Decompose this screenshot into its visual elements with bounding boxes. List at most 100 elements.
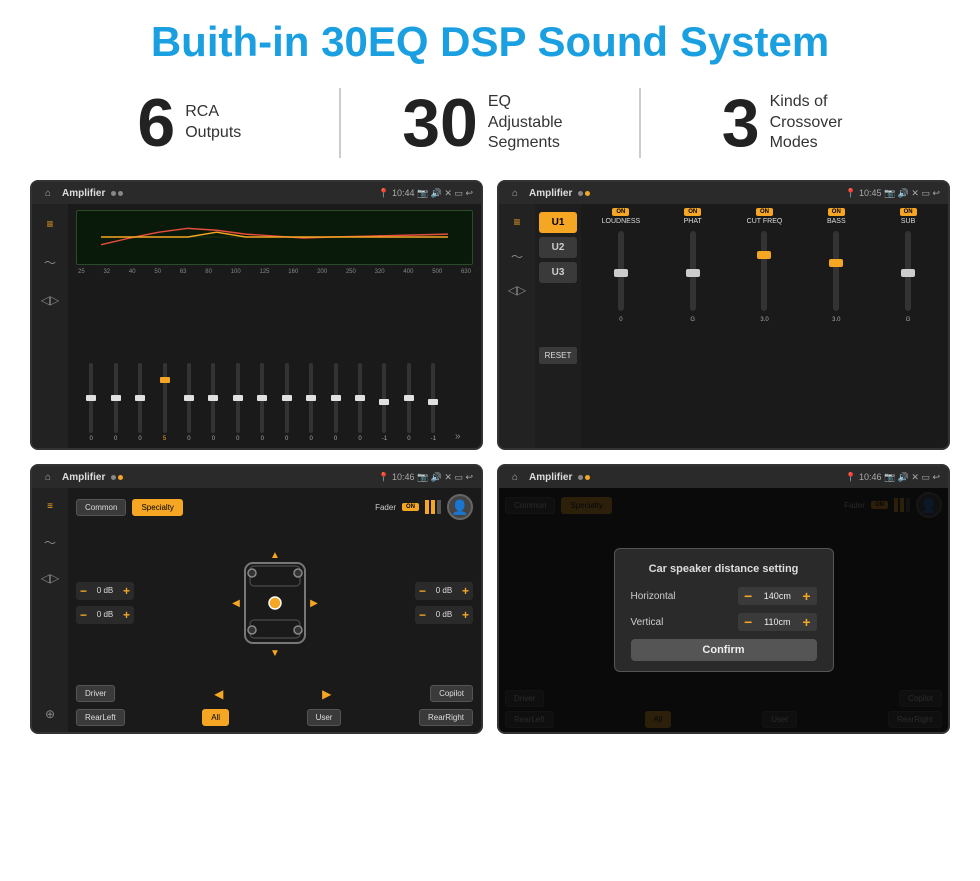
eq-slider-10[interactable]: 0 bbox=[324, 363, 346, 442]
left-nav[interactable]: ◀ bbox=[214, 687, 223, 701]
val-tr: 0 dB bbox=[430, 586, 458, 595]
minus-tl[interactable]: − bbox=[80, 584, 87, 598]
vertical-value: 110cm bbox=[758, 617, 796, 627]
db-row-br: − 0 dB + bbox=[415, 606, 473, 624]
dot5 bbox=[111, 475, 116, 480]
expand-icon-3[interactable]: ⊕ bbox=[38, 702, 62, 726]
fader-label: Fader bbox=[375, 503, 396, 512]
dialog-box: Car speaker distance setting Horizontal … bbox=[614, 548, 834, 672]
phat-on[interactable]: ON bbox=[684, 208, 701, 216]
phat-slider[interactable] bbox=[690, 231, 696, 311]
dot2 bbox=[118, 191, 123, 196]
stat-number-3: 3 bbox=[722, 89, 760, 157]
topbar-2: ⌂ Amplifier 📍 10:45 📷 🔊 ✕ ▭ ↩ bbox=[499, 182, 948, 204]
minus-br[interactable]: − bbox=[419, 608, 426, 622]
eq-slider-14[interactable]: -1 bbox=[422, 363, 444, 442]
rearright-btn[interactable]: RearRight bbox=[419, 709, 473, 726]
confirm-button[interactable]: Confirm bbox=[631, 639, 817, 661]
eq-slider-3[interactable]: 5 bbox=[153, 363, 175, 442]
cutfreq-slider[interactable] bbox=[761, 231, 767, 311]
bass-on[interactable]: ON bbox=[828, 208, 845, 216]
eq-slider-9[interactable]: 0 bbox=[300, 363, 322, 442]
dot4 bbox=[585, 191, 590, 196]
home-icon-4: ⌂ bbox=[507, 469, 523, 485]
rearleft-btn[interactable]: RearLeft bbox=[76, 709, 125, 726]
copilot-btn[interactable]: Copilot bbox=[430, 685, 473, 702]
wave-icon[interactable]: 〜 bbox=[38, 250, 62, 274]
eq-slider-6[interactable]: 0 bbox=[227, 363, 249, 442]
eq-slider-7[interactable]: 0 bbox=[251, 363, 273, 442]
plus-br[interactable]: + bbox=[462, 608, 469, 622]
minus-tr[interactable]: − bbox=[419, 584, 426, 598]
topbar-4: ⌂ Amplifier 📍 10:46 📷 🔊 ✕ ▭ ↩ bbox=[499, 466, 948, 488]
cutfreq-label: CUT FREQ bbox=[747, 218, 783, 225]
eq-slider-13[interactable]: 0 bbox=[398, 363, 420, 442]
avatar-icon[interactable]: 👤 bbox=[447, 494, 473, 520]
wave-icon-3[interactable]: 〜 bbox=[38, 530, 62, 554]
u3-preset[interactable]: U3 bbox=[539, 262, 577, 283]
sub-on[interactable]: ON bbox=[900, 208, 917, 216]
s3-bottom-row: Driver ◀ ▶ Copilot bbox=[76, 685, 473, 702]
eq-slider-0[interactable]: 0 bbox=[80, 363, 102, 442]
common-tab[interactable]: Common bbox=[76, 499, 126, 516]
right-nav[interactable]: ▶ bbox=[322, 687, 331, 701]
screens-grid: ⌂ Amplifier 📍 10:44 📷 🔊 ✕ ▭ ↩ ≡ 〜 ◁▷ bbox=[0, 174, 980, 744]
eq-icon-3[interactable]: ≡ bbox=[38, 494, 62, 518]
all-btn[interactable]: All bbox=[202, 709, 229, 726]
eq-slider-11[interactable]: 0 bbox=[349, 363, 371, 442]
user-btn[interactable]: User bbox=[307, 709, 342, 726]
dot1 bbox=[111, 191, 116, 196]
val-bl: 0 dB bbox=[91, 610, 119, 619]
horizontal-plus[interactable]: + bbox=[800, 589, 812, 603]
driver-btn[interactable]: Driver bbox=[76, 685, 115, 702]
specialty-tab[interactable]: Specialty bbox=[132, 499, 182, 516]
vertical-label: Vertical bbox=[631, 617, 691, 628]
topbar-time-1: 📍 10:44 📷 🔊 ✕ ▭ ↩ bbox=[378, 188, 473, 199]
minus-bl[interactable]: − bbox=[80, 608, 87, 622]
eq-slider-8[interactable]: 0 bbox=[276, 363, 298, 442]
eq-slider-12[interactable]: -1 bbox=[373, 363, 395, 442]
fader-on[interactable]: ON bbox=[402, 503, 419, 511]
vertical-plus[interactable]: + bbox=[800, 615, 812, 629]
stat-number-6: 6 bbox=[137, 89, 175, 157]
eq-slider-5[interactable]: 0 bbox=[202, 363, 224, 442]
stat-rca: 6 RCAOutputs bbox=[60, 89, 319, 157]
eq-icon[interactable]: ≡ bbox=[38, 212, 62, 236]
vol-icon-2[interactable]: ◁▷ bbox=[505, 278, 529, 302]
cutfreq-on[interactable]: ON bbox=[756, 208, 773, 216]
eq-sliders: 0 0 0 5 0 0 0 0 0 0 0 0 -1 0 -1 » bbox=[76, 279, 473, 442]
eq-slider-2[interactable]: 0 bbox=[129, 363, 151, 442]
sub-label: SUB bbox=[901, 218, 915, 225]
car-diagram: ▲ ▼ ◀ ▶ bbox=[142, 548, 407, 658]
wave-icon-2[interactable]: 〜 bbox=[505, 244, 529, 268]
dot7 bbox=[578, 475, 583, 480]
sub-slider[interactable] bbox=[905, 231, 911, 311]
reset-s2[interactable]: RESET bbox=[539, 347, 577, 364]
vol-icon[interactable]: ◁▷ bbox=[38, 288, 62, 312]
bass-slider[interactable] bbox=[833, 231, 839, 311]
eq-icon-2[interactable]: ≡ bbox=[505, 210, 529, 234]
screen4-body: Common Specialty Fader ON 👤 Driver Copil… bbox=[499, 488, 948, 732]
plus-tr[interactable]: + bbox=[462, 584, 469, 598]
loudness-on[interactable]: ON bbox=[612, 208, 629, 216]
sub-col: ON SUB G bbox=[874, 208, 942, 444]
plus-bl[interactable]: + bbox=[123, 608, 130, 622]
vertical-minus[interactable]: − bbox=[742, 615, 754, 629]
eq-slider-1[interactable]: 0 bbox=[104, 363, 126, 442]
home-icon-2: ⌂ bbox=[507, 185, 523, 201]
u2-preset[interactable]: U2 bbox=[539, 237, 577, 258]
side-icons-3: ≡ 〜 ◁▷ ⊕ bbox=[32, 488, 68, 732]
screen3-body: ≡ 〜 ◁▷ ⊕ Common Specialty Fader ON 👤 bbox=[32, 488, 481, 732]
plus-tl[interactable]: + bbox=[123, 584, 130, 598]
vol-icon-3[interactable]: ◁▷ bbox=[38, 566, 62, 590]
u1-preset[interactable]: U1 bbox=[539, 212, 577, 233]
screen-eq: ⌂ Amplifier 📍 10:44 📷 🔊 ✕ ▭ ↩ ≡ 〜 ◁▷ bbox=[30, 180, 483, 450]
stat-label-eq: EQ AdjustableSegments bbox=[488, 92, 578, 154]
horizontal-minus[interactable]: − bbox=[742, 589, 754, 603]
topbar-time-4: 📍 10:46 📷 🔊 ✕ ▭ ↩ bbox=[845, 472, 940, 483]
stat-divider-2 bbox=[639, 88, 641, 158]
eq-expand[interactable]: » bbox=[447, 431, 469, 442]
topbar-1: ⌂ Amplifier 📍 10:44 📷 🔊 ✕ ▭ ↩ bbox=[32, 182, 481, 204]
eq-slider-4[interactable]: 0 bbox=[178, 363, 200, 442]
loudness-slider[interactable] bbox=[618, 231, 624, 311]
